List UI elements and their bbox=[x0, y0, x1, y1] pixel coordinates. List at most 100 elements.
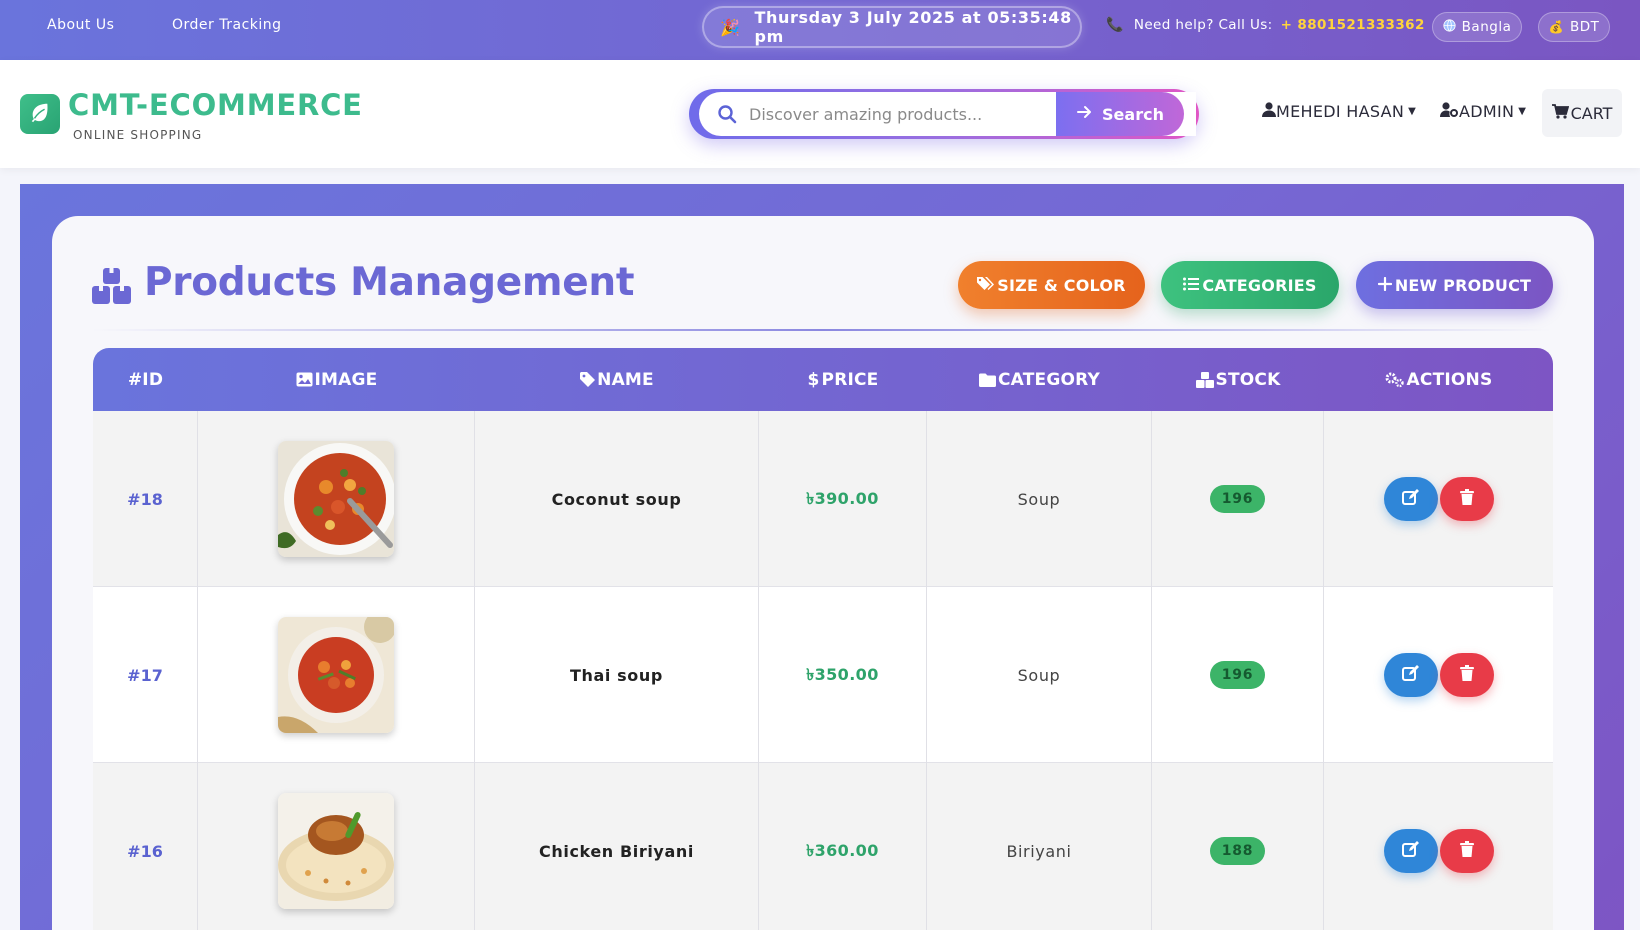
admin-menu[interactable]: ADMIN ▼ bbox=[1440, 102, 1526, 121]
product-stock-cell: 188 bbox=[1152, 763, 1324, 930]
phone-icon: 📞 bbox=[1106, 17, 1124, 33]
table-row: #18 Coconut soup ৳390.00 Soup 196 bbox=[93, 411, 1553, 587]
arrow-right-icon bbox=[1076, 104, 1092, 125]
new-product-button[interactable]: NEW PRODUCT bbox=[1356, 261, 1553, 309]
delete-button[interactable] bbox=[1439, 829, 1494, 873]
edit-icon bbox=[1402, 664, 1419, 686]
search-input[interactable] bbox=[749, 100, 1029, 128]
table-row: #17 Thai soup ৳350.00 Soup 196 bbox=[93, 587, 1553, 763]
datetime-text: Thursday 3 July 2025 at 05:35:48 pm bbox=[754, 8, 1072, 46]
column-header-id[interactable]: #ID bbox=[93, 348, 198, 411]
currency-label: BDT bbox=[1570, 19, 1600, 35]
edit-button[interactable] bbox=[1383, 829, 1438, 873]
product-actions-cell bbox=[1324, 411, 1553, 587]
cogs-icon bbox=[1385, 372, 1405, 388]
search-button[interactable]: Search bbox=[1056, 92, 1184, 136]
party-popper-icon: 🎉 bbox=[720, 17, 741, 37]
help-phone-number[interactable]: + 8801521333362 bbox=[1281, 17, 1425, 33]
edit-icon bbox=[1402, 488, 1419, 510]
boxes-icon bbox=[1195, 371, 1214, 388]
top-bar: About Us Order Tracking 🎉 Thursday 3 Jul… bbox=[0, 0, 1640, 60]
tags-icon bbox=[977, 276, 995, 295]
column-header-stock[interactable]: STOCK bbox=[1152, 348, 1324, 411]
stock-badge: 196 bbox=[1209, 485, 1266, 513]
money-bag-icon: 💰 bbox=[1548, 20, 1565, 34]
globe-icon bbox=[1443, 19, 1456, 35]
trash-icon bbox=[1459, 841, 1474, 861]
admin-label: ADMIN bbox=[1459, 102, 1515, 121]
size-color-label: SIZE & COLOR bbox=[997, 275, 1126, 295]
plus-icon bbox=[1377, 276, 1392, 295]
product-image-cell bbox=[198, 411, 475, 587]
column-header-id-label: #ID bbox=[127, 369, 164, 390]
tag-icon bbox=[580, 372, 596, 387]
logo[interactable] bbox=[20, 94, 60, 134]
cart-label: CART bbox=[1570, 103, 1613, 123]
cart-button[interactable]: CART bbox=[1542, 89, 1622, 137]
product-actions-cell bbox=[1324, 587, 1553, 763]
user-name: MEHEDI HASAN bbox=[1276, 102, 1405, 121]
caret-down-icon: ▼ bbox=[1408, 106, 1417, 117]
image-icon bbox=[296, 372, 313, 387]
order-tracking-link[interactable]: Order Tracking bbox=[172, 17, 282, 33]
edit-icon bbox=[1402, 840, 1419, 862]
delete-button[interactable] bbox=[1439, 477, 1494, 521]
column-header-category-label: CATEGORY bbox=[998, 369, 1100, 390]
product-image-cell bbox=[198, 587, 475, 763]
stock-badge: 188 bbox=[1209, 837, 1266, 865]
product-name: Coconut soup bbox=[475, 411, 759, 587]
product-category: Biriyani bbox=[927, 763, 1152, 930]
help-contact: 📞 Need help? Call Us: + 8801521333362 bbox=[1106, 17, 1425, 33]
product-category: Soup bbox=[927, 587, 1152, 763]
boxes-icon bbox=[92, 268, 132, 308]
language-selector[interactable]: Bangla bbox=[1432, 12, 1522, 42]
product-id: #16 bbox=[93, 763, 198, 930]
table-row: #16 Chicken Biriyani ৳360.00 Biriyani 18… bbox=[93, 763, 1553, 930]
product-id: #18 bbox=[93, 411, 198, 587]
product-stock-cell: 196 bbox=[1152, 587, 1324, 763]
categories-label: CATEGORIES bbox=[1202, 275, 1317, 295]
column-header-actions-label: ACTIONS bbox=[1406, 369, 1493, 390]
trash-icon bbox=[1459, 489, 1474, 509]
column-header-stock-label: STOCK bbox=[1215, 369, 1281, 390]
product-actions-cell bbox=[1324, 763, 1553, 930]
column-header-image: IMAGE bbox=[198, 348, 475, 411]
brand-tagline: ONLINE SHOPPING bbox=[73, 128, 203, 142]
product-id: #17 bbox=[93, 587, 198, 763]
column-header-name[interactable]: NAME bbox=[475, 348, 759, 411]
product-price: ৳390.00 bbox=[759, 411, 927, 587]
edit-button[interactable] bbox=[1383, 477, 1438, 521]
dollar-icon: $ bbox=[807, 369, 820, 390]
size-color-button[interactable]: SIZE & COLOR bbox=[958, 261, 1145, 309]
column-header-image-label: IMAGE bbox=[314, 369, 378, 390]
edit-button[interactable] bbox=[1383, 653, 1438, 697]
user-icon bbox=[1262, 102, 1276, 121]
stock-badge: 196 bbox=[1209, 661, 1266, 689]
search-button-label: Search bbox=[1102, 104, 1164, 124]
search-bar: Search bbox=[689, 89, 1199, 139]
about-us-link[interactable]: About Us bbox=[47, 17, 114, 33]
column-header-price[interactable]: $ PRICE bbox=[759, 348, 927, 411]
product-image[interactable] bbox=[278, 793, 394, 909]
help-label: Need help? Call Us: bbox=[1133, 17, 1273, 33]
language-label: Bangla bbox=[1461, 19, 1512, 35]
currency-selector[interactable]: 💰 BDT bbox=[1538, 12, 1610, 42]
product-image[interactable] bbox=[278, 617, 394, 733]
product-name: Thai soup bbox=[475, 587, 759, 763]
product-image[interactable] bbox=[278, 441, 394, 557]
search-icon bbox=[717, 104, 737, 128]
leaf-icon bbox=[29, 101, 51, 127]
column-header-category[interactable]: CATEGORY bbox=[927, 348, 1152, 411]
brand-name[interactable]: CMT-ECOMMERCE bbox=[68, 88, 363, 122]
product-name: Chicken Biriyani bbox=[475, 763, 759, 930]
column-header-name-label: NAME bbox=[597, 369, 654, 390]
new-product-label: NEW PRODUCT bbox=[1394, 275, 1532, 295]
folder-icon bbox=[979, 373, 996, 387]
categories-button[interactable]: CATEGORIES bbox=[1161, 261, 1339, 309]
table-header: #ID IMAGE NAME $ PRICE CATEGORY STOCK AC… bbox=[93, 348, 1553, 411]
user-menu[interactable]: MEHEDI HASAN ▼ bbox=[1262, 102, 1416, 121]
product-category: Soup bbox=[927, 411, 1152, 587]
product-price: ৳350.00 bbox=[759, 587, 927, 763]
title-divider bbox=[92, 329, 1552, 331]
delete-button[interactable] bbox=[1439, 653, 1494, 697]
